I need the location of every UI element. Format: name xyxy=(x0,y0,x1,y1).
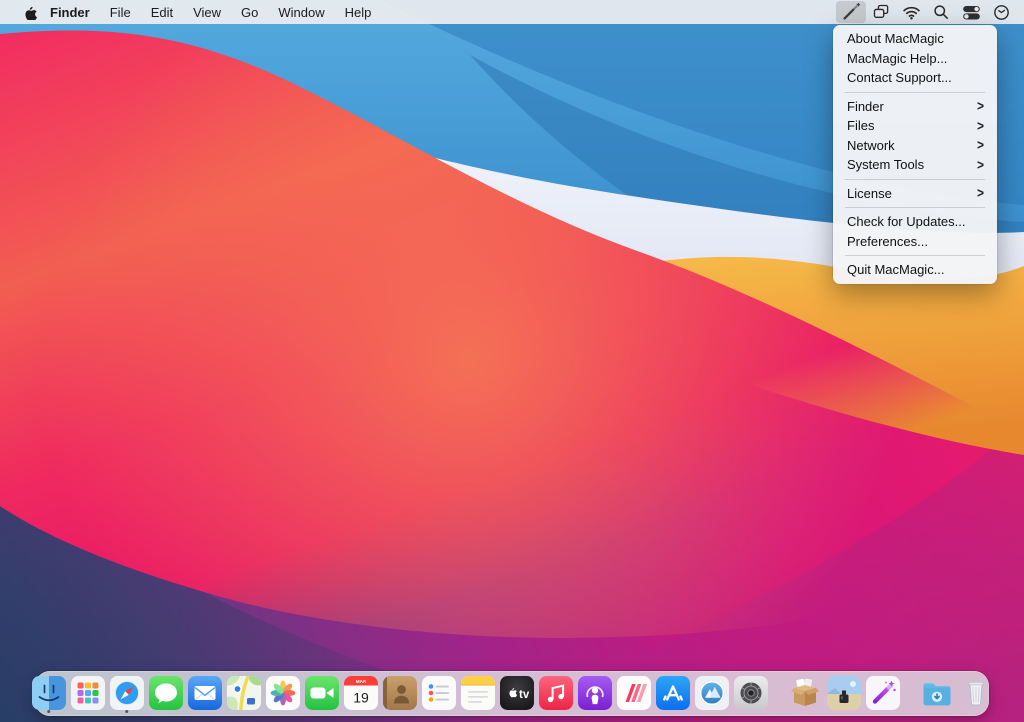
submenu-chevron-icon: > xyxy=(977,118,984,134)
status-wifi[interactable] xyxy=(896,0,926,24)
status-windows-stack[interactable] xyxy=(866,0,896,24)
submenu-chevron-icon: > xyxy=(977,137,984,153)
mountain-app-icon xyxy=(695,676,729,710)
menu-item-help[interactable]: MacMagic Help... xyxy=(833,49,997,69)
status-search[interactable] xyxy=(926,0,956,24)
windows-stack-icon xyxy=(871,2,892,23)
menu-separator xyxy=(845,92,985,93)
dock-item-mountain-app[interactable] xyxy=(695,673,729,714)
status-clock[interactable] xyxy=(986,0,1016,24)
submenu-chevron-icon: > xyxy=(977,157,984,173)
menubar-help[interactable]: Help xyxy=(335,0,382,24)
dock-item-finder[interactable] xyxy=(32,673,66,714)
dock-item-image-tool[interactable] xyxy=(827,673,861,714)
calendar-icon: MAR 19 xyxy=(344,676,378,710)
menu-separator xyxy=(845,179,985,180)
dock-item-safari[interactable] xyxy=(110,673,144,714)
finder-icon xyxy=(32,676,66,710)
maps-icon xyxy=(227,676,261,710)
dock-item-launchpad[interactable] xyxy=(71,673,105,714)
menu-item-license[interactable]: License> xyxy=(833,184,997,204)
dock-item-notes[interactable] xyxy=(461,673,495,714)
news-icon xyxy=(617,676,651,710)
submenu-chevron-icon: > xyxy=(977,185,984,201)
menu-item-preferences[interactable]: Preferences... xyxy=(833,232,997,252)
calendar-day: 19 xyxy=(353,690,369,706)
safari-icon xyxy=(110,676,144,710)
apple-tv-icon: tv xyxy=(500,676,534,710)
apple-menu[interactable] xyxy=(20,0,40,24)
notes-icon xyxy=(461,676,495,710)
menu-item-system-tools[interactable]: System Tools> xyxy=(833,155,997,175)
menubar-view[interactable]: View xyxy=(183,0,231,24)
system-preferences-icon xyxy=(734,676,768,710)
dock-item-music[interactable] xyxy=(539,673,573,714)
dock-item-photos[interactable] xyxy=(266,673,300,714)
menu-bar: Finder File Edit View Go Window Help xyxy=(0,0,1024,24)
dock-item-app-store[interactable] xyxy=(656,673,690,714)
dock-item-facetime[interactable] xyxy=(305,673,339,714)
menu-separator xyxy=(845,255,985,256)
menu-item-contact-support[interactable]: Contact Support... xyxy=(833,68,997,88)
dock-item-news[interactable] xyxy=(617,673,651,714)
image-tool-icon xyxy=(827,676,861,710)
menubar-app-menu[interactable]: Finder xyxy=(40,0,100,24)
archive-utility-icon xyxy=(788,676,822,710)
clock-icon xyxy=(991,2,1012,23)
app-store-icon xyxy=(656,676,690,710)
dock-item-system-preferences[interactable] xyxy=(734,673,768,714)
desktop: Finder File Edit View Go Window Help xyxy=(0,0,1024,722)
dock-item-calendar[interactable]: MAR 19 xyxy=(344,673,378,714)
dock: MAR 19 xyxy=(35,671,989,716)
control-center-icon xyxy=(961,2,982,23)
search-icon xyxy=(931,2,951,22)
dock-item-reminders[interactable] xyxy=(422,673,456,714)
magic-wand-icon xyxy=(840,1,862,23)
running-indicator xyxy=(125,710,129,714)
dock-item-macmagic-wand[interactable] xyxy=(866,673,900,714)
dock-item-maps[interactable] xyxy=(227,673,261,714)
menu-separator xyxy=(845,207,985,208)
running-indicator xyxy=(47,710,51,714)
apple-tv-label: tv xyxy=(519,689,530,701)
music-icon xyxy=(539,676,573,710)
status-magic-wand[interactable] xyxy=(836,1,866,23)
menubar-file[interactable]: File xyxy=(100,0,141,24)
menubar-window[interactable]: Window xyxy=(268,0,334,24)
contacts-icon xyxy=(383,676,417,710)
dock-item-downloads-folder[interactable] xyxy=(920,673,954,714)
menu-item-network[interactable]: Network> xyxy=(833,136,997,156)
apple-logo-icon xyxy=(22,4,38,20)
dock-item-mail[interactable] xyxy=(188,673,222,714)
menu-item-about[interactable]: About MacMagic xyxy=(833,29,997,49)
trash-icon xyxy=(959,676,993,710)
dock-item-archive-utility[interactable] xyxy=(788,673,822,714)
reminders-icon xyxy=(422,676,456,710)
messages-icon xyxy=(149,676,183,710)
dock-item-trash[interactable] xyxy=(959,673,993,714)
mail-icon xyxy=(188,676,222,710)
menu-item-quit[interactable]: Quit MacMagic... xyxy=(833,260,997,280)
submenu-chevron-icon: > xyxy=(977,98,984,114)
menu-item-files[interactable]: Files> xyxy=(833,116,997,136)
status-control-center[interactable] xyxy=(956,0,986,24)
dock-item-messages[interactable] xyxy=(149,673,183,714)
dock-item-contacts[interactable] xyxy=(383,673,417,714)
menu-item-finder[interactable]: Finder> xyxy=(833,97,997,117)
menubar-edit[interactable]: Edit xyxy=(141,0,183,24)
podcasts-icon xyxy=(578,676,612,710)
facetime-icon xyxy=(305,676,339,710)
dock-item-apple-tv[interactable]: tv xyxy=(500,673,534,714)
menu-item-check-updates[interactable]: Check for Updates... xyxy=(833,212,997,232)
menubar-go[interactable]: Go xyxy=(231,0,268,24)
downloads-folder-icon xyxy=(920,676,954,710)
macmagic-wand-icon xyxy=(866,676,900,710)
macmagic-dropdown-menu: About MacMagic MacMagic Help... Contact … xyxy=(833,25,997,284)
dock-item-podcasts[interactable] xyxy=(578,673,612,714)
calendar-month: MAR xyxy=(355,679,366,684)
photos-icon xyxy=(266,676,300,710)
launchpad-icon xyxy=(71,676,105,710)
wifi-icon xyxy=(901,2,922,23)
